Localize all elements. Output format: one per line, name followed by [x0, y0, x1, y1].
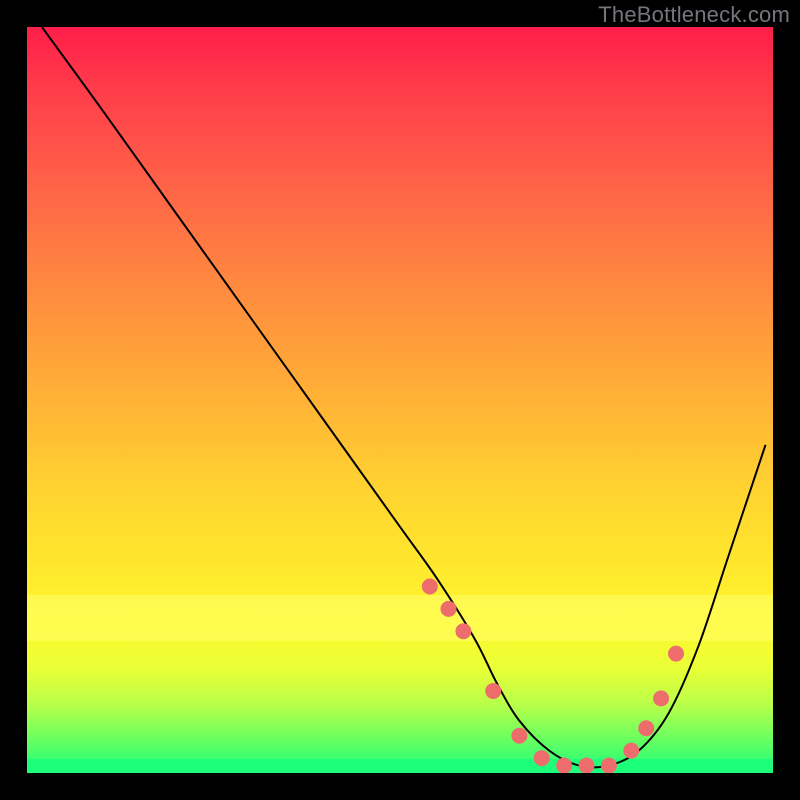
watermark-text: TheBottleneck.com	[598, 2, 790, 28]
baseline-strip	[27, 759, 773, 773]
highlight-band	[27, 595, 773, 641]
plot-area	[27, 27, 773, 773]
chart-frame: TheBottleneck.com	[0, 0, 800, 800]
